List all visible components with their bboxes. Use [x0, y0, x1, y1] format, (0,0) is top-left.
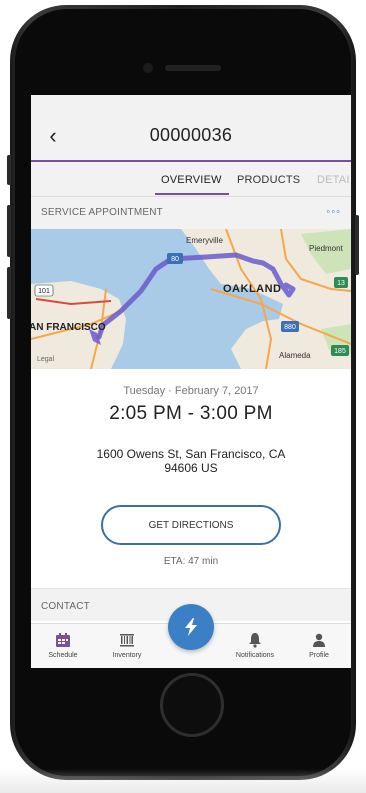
volume-up-button [7, 205, 11, 257]
tab-label: Profile [309, 652, 329, 659]
appointment-details: Tuesday · February 7, 2017 2:05 PM - 3:0… [31, 385, 351, 567]
tab-overview[interactable]: OVERVIEW [161, 174, 222, 186]
map-label-san-francisco: AN FRANCISCO [31, 322, 106, 333]
map-legal-link: Legal [37, 356, 55, 363]
tab-label: Notifications [235, 652, 275, 659]
svg-text:185: 185 [334, 348, 346, 355]
floor-reflection [0, 769, 366, 793]
calendar-icon [56, 633, 70, 647]
active-tab-indicator [155, 193, 229, 195]
highway-185-shield: 185 [331, 345, 349, 356]
appointment-address: 1600 Owens St, San Francisco, CA 94606 U… [81, 447, 301, 475]
tab-inventory[interactable]: Inventory [95, 624, 159, 668]
lightning-icon [185, 618, 197, 636]
more-dots-icon[interactable]: ◦◦◦ [326, 206, 341, 218]
tab-products[interactable]: PRODUCTS [237, 174, 300, 186]
tab-details[interactable]: DETAI [317, 174, 350, 186]
highway-80-shield: 80 [167, 253, 183, 264]
address-line-2: 94606 US [164, 461, 218, 475]
map-label-oakland: OAKLAND [223, 283, 282, 295]
quick-action-button[interactable] [168, 604, 214, 650]
get-directions-button[interactable]: GET DIRECTIONS [101, 505, 281, 545]
contact-label: CONTACT [41, 601, 90, 612]
map-label-piedmont: Piedmont [309, 244, 344, 253]
speaker-grille [165, 65, 221, 71]
eta-text: ETA: 47 min [163, 556, 219, 567]
svg-text:13: 13 [337, 280, 345, 287]
svg-text:101: 101 [38, 288, 50, 295]
person-icon [313, 633, 325, 647]
svg-text:80: 80 [171, 256, 179, 263]
barcode-icon [120, 634, 134, 647]
highway-13-shield: 13 [334, 277, 348, 288]
highway-880-shield: 880 [281, 321, 299, 332]
tab-strip: OVERVIEW PRODUCTS DETAI [31, 162, 351, 197]
home-button[interactable] [160, 673, 224, 737]
tab-notifications[interactable]: Notifications [223, 624, 287, 668]
record-title: 00000036 [149, 125, 233, 145]
tab-schedule[interactable]: Schedule [31, 624, 95, 668]
appointment-date: Tuesday · February 7, 2017 [123, 385, 259, 397]
appointment-time: 2:05 PM - 3:00 PM [109, 403, 273, 424]
mute-switch [7, 155, 11, 185]
address-line-1: 1600 Owens St, San Francisco, CA [96, 447, 286, 461]
tab-label: Schedule [48, 652, 78, 659]
svg-text:880: 880 [284, 324, 296, 331]
map-label-emeryville: Emeryville [186, 236, 223, 245]
section-header: SERVICE APPOINTMENT ◦◦◦ [31, 197, 351, 229]
tab-profile[interactable]: Profile [287, 624, 351, 668]
power-button [355, 215, 359, 275]
status-bar [31, 95, 351, 112]
map-label-alameda: Alameda [279, 351, 311, 360]
app-screen: ‹ 00000036 OVERVIEW PRODUCTS DETAI SERVI… [31, 95, 351, 668]
map-graphic: 80 101 13 880 185 Emeryville Piedmont OA… [31, 229, 351, 369]
route-map[interactable]: 80 101 13 880 185 Emeryville Piedmont OA… [31, 229, 351, 369]
bell-icon [249, 633, 261, 648]
section-label: SERVICE APPOINTMENT [41, 207, 163, 218]
camera-icon [143, 63, 153, 73]
volume-down-button [7, 267, 11, 319]
nav-header: ‹ 00000036 [31, 112, 351, 162]
highway-101-shield: 101 [34, 284, 54, 297]
tab-label: Inventory [112, 652, 142, 659]
